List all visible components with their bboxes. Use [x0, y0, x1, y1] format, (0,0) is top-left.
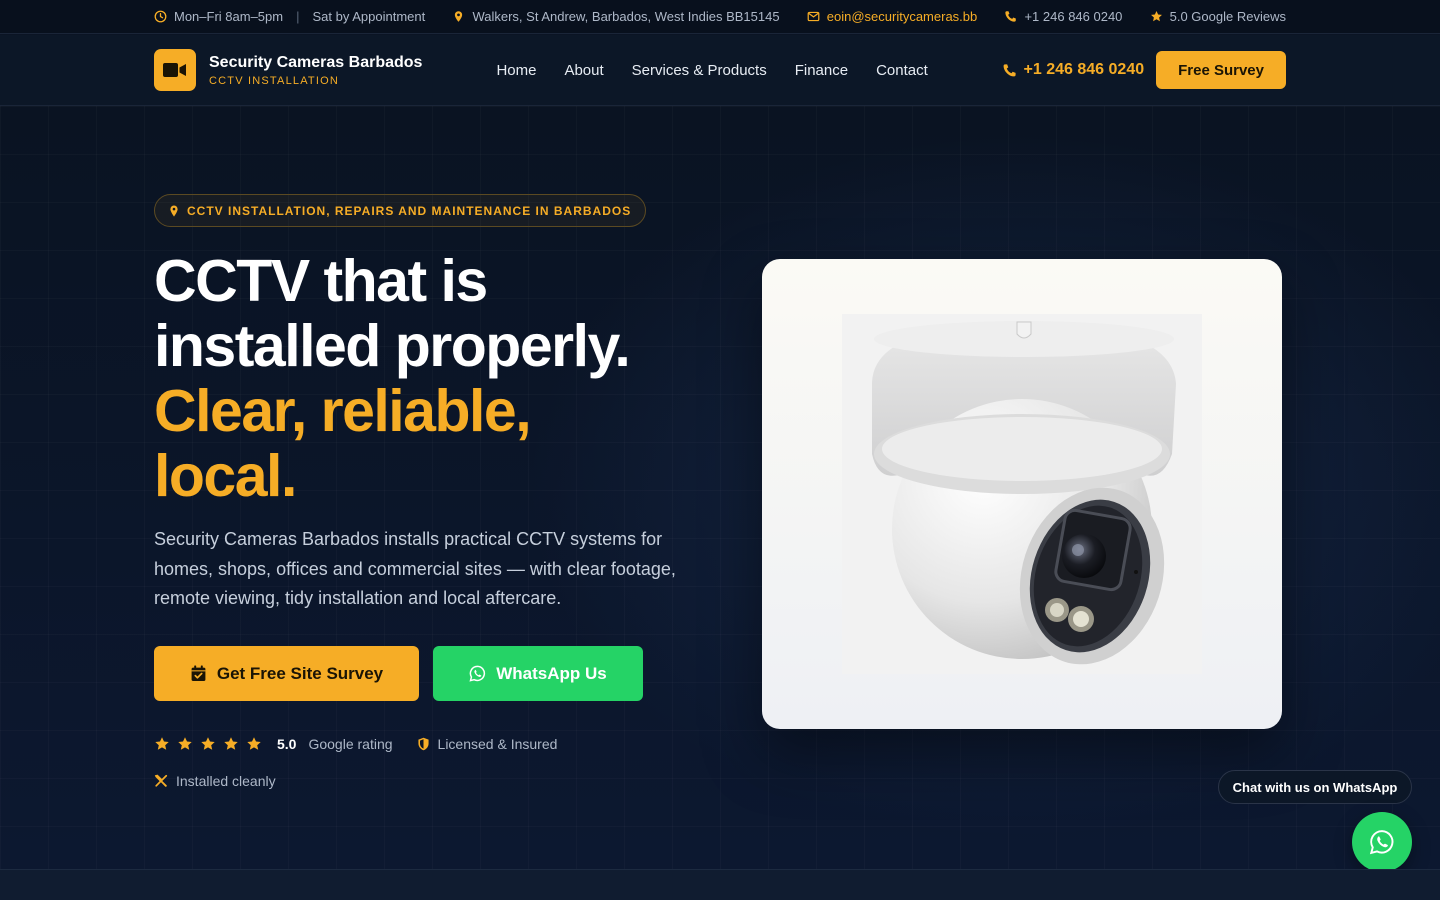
video-camera-icon — [163, 63, 186, 77]
next-section-edge — [0, 869, 1440, 900]
licensed-badge: Licensed & Insured — [417, 736, 558, 752]
rating-label: Google rating — [308, 736, 393, 752]
star-icon — [201, 737, 215, 750]
dome-camera-illustration — [872, 321, 1176, 665]
phone-icon — [1005, 11, 1017, 22]
nav-item-finance[interactable]: Finance — [795, 62, 848, 79]
whatsapp-chat-button[interactable] — [1352, 812, 1412, 869]
hours-text: Mon–Fri 8am–5pm — [174, 9, 284, 24]
installed-text: Installed cleanly — [176, 773, 276, 789]
hero-badge: CCTV INSTALLATION, REPAIRS AND MAINTENAN… — [154, 194, 647, 227]
hero-section: CCTV INSTALLATION, REPAIRS AND MAINTENAN… — [0, 106, 1440, 869]
installed-badge: Installed cleanly — [154, 773, 276, 789]
hours-extra-text: Sat by Appointment — [312, 9, 426, 24]
shield-icon — [417, 737, 429, 751]
hero-description: Security Cameras Barbados installs pract… — [154, 529, 676, 608]
hours-divider: | — [296, 9, 300, 24]
map-pin-icon — [170, 205, 178, 216]
licensed-text: Licensed & Insured — [437, 736, 558, 752]
star-icon — [224, 737, 238, 750]
nav-phone-link[interactable]: +1 246 846 0240 — [1002, 61, 1145, 79]
tools-icon — [154, 774, 168, 787]
free-survey-button[interactable]: Free Survey — [1156, 51, 1286, 89]
dome-camera-image — [842, 314, 1202, 674]
whatsapp-us-label: WhatsApp Us — [496, 663, 607, 683]
get-free-site-survey-label: Get Free Site Survey — [216, 663, 384, 683]
brand-title: Security Cameras Barbados — [209, 53, 423, 71]
headline-line-3: Clear, reliable, — [154, 378, 532, 444]
get-free-site-survey-button[interactable]: Get Free Site Survey — [154, 646, 419, 701]
star-icon — [178, 737, 192, 750]
headline-line-1: CCTV that is — [154, 248, 488, 314]
headline-line-2: installed properly. — [154, 313, 631, 379]
email-text: eoin@securitycameras.bb — [826, 9, 978, 24]
star-rating — [154, 736, 262, 752]
nav-menu: Home About Services & Products Finance C… — [496, 62, 927, 79]
topbar-phone-link[interactable]: +1 246 846 0240 — [1004, 9, 1122, 24]
hero-headline: CCTV that is installed properly. Clear, … — [154, 249, 714, 509]
whatsapp-icon — [1369, 830, 1394, 855]
phone-icon — [1003, 63, 1016, 76]
clock-icon — [154, 10, 167, 23]
main-navigation: Security Cameras Barbados CCTV INSTALLAT… — [0, 35, 1440, 106]
google-reviews-link[interactable]: 5.0 Google Reviews — [1150, 9, 1286, 24]
nav-item-contact[interactable]: Contact — [876, 62, 928, 79]
top-info-bar: Mon–Fri 8am–5pm | Sat by Appointment Wal… — [0, 0, 1440, 34]
address-info: Walkers, St Andrew, Barbados, West Indie… — [452, 9, 780, 24]
whatsapp-chat-prompt[interactable]: Chat with us on WhatsApp — [1218, 770, 1412, 804]
brand-subtitle: CCTV INSTALLATION — [209, 74, 340, 87]
nav-item-about[interactable]: About — [564, 62, 603, 79]
topbar-phone-text: +1 246 846 0240 — [1024, 9, 1123, 24]
envelope-icon — [807, 11, 820, 22]
nav-item-services-products[interactable]: Services & Products — [632, 62, 767, 79]
address-text: Walkers, St Andrew, Barbados, West Indie… — [472, 9, 780, 24]
nav-actions: +1 246 846 0240 Free Survey — [1002, 51, 1286, 89]
hero-badge-text: CCTV INSTALLATION, REPAIRS AND MAINTENAN… — [187, 203, 632, 218]
calendar-check-icon — [191, 665, 206, 681]
trust-row: 5.0 Google rating Licensed & Insured — [154, 736, 557, 752]
product-image-card — [762, 259, 1282, 729]
headline-line-4: local. — [154, 443, 297, 509]
brand-name[interactable]: Security Cameras Barbados CCTV INSTALLAT… — [209, 54, 422, 87]
nav-item-home[interactable]: Home — [496, 62, 536, 79]
brand-logo[interactable] — [154, 49, 196, 91]
nav-phone-text: +1 246 846 0240 — [1023, 61, 1145, 78]
whatsapp-us-button[interactable]: WhatsApp Us — [433, 646, 643, 701]
star-icon — [247, 737, 261, 750]
map-pin-icon — [455, 11, 463, 22]
reviews-text: 5.0 Google Reviews — [1169, 9, 1286, 24]
star-icon — [1150, 10, 1162, 22]
hours-info: Mon–Fri 8am–5pm | Sat by Appointment — [154, 9, 425, 24]
rating-value: 5.0 — [277, 736, 297, 752]
star-icon — [155, 737, 169, 750]
whatsapp-icon — [469, 665, 486, 682]
email-link[interactable]: eoin@securitycameras.bb — [807, 9, 977, 24]
